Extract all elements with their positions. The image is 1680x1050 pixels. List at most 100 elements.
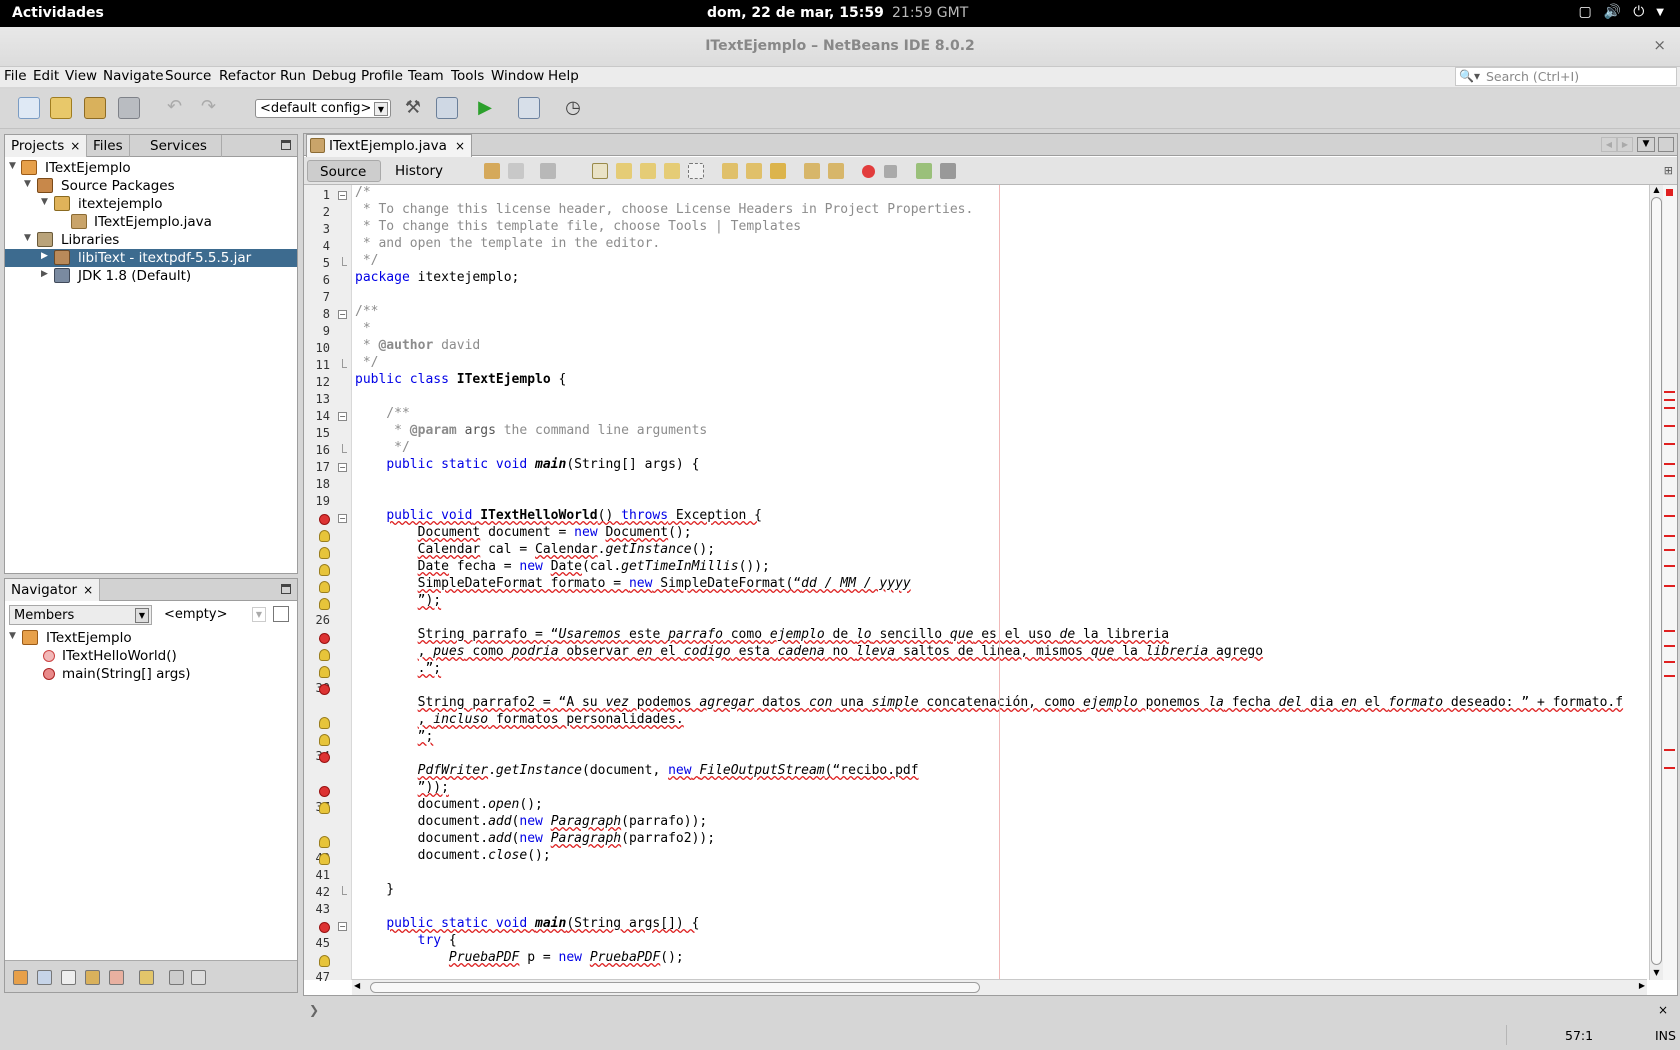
minimize-icon[interactable]	[281, 140, 291, 150]
close-icon[interactable]: ×	[455, 139, 465, 153]
toggle-highlight-icon[interactable]	[664, 163, 680, 179]
chevron-down-icon[interactable]: ▼	[252, 607, 266, 622]
build-icon[interactable]: ⚒	[402, 97, 424, 119]
vertical-scrollbar[interactable]: ▲ ▼	[1649, 185, 1663, 980]
undo-icon[interactable]: ↶	[167, 97, 189, 119]
fold-icon[interactable]: −	[338, 191, 347, 200]
error-mark[interactable]	[1664, 767, 1675, 769]
menu-source[interactable]: Source	[165, 68, 211, 84]
error-mark[interactable]	[1664, 585, 1675, 587]
error-icon[interactable]	[319, 752, 330, 763]
hint-bulb-icon[interactable]	[319, 547, 330, 559]
clean-build-icon[interactable]	[436, 97, 458, 119]
hint-bulb-icon[interactable]	[319, 666, 330, 678]
start-macro-icon[interactable]	[862, 165, 875, 178]
fold-icon[interactable]: −	[338, 412, 347, 421]
menu-profile[interactable]: Profile	[361, 68, 403, 84]
tab-files[interactable]: Files	[87, 135, 130, 157]
error-mark[interactable]	[1664, 675, 1675, 677]
tree-item-source-packages[interactable]: ▼ Source Packages	[5, 177, 297, 195]
chevron-down-icon[interactable]: ▼	[135, 608, 149, 623]
error-mark[interactable]	[1664, 495, 1675, 497]
menu-run[interactable]: Run	[280, 68, 306, 84]
menu-file[interactable]: File	[4, 68, 27, 84]
chevron-down-icon[interactable]: ▼	[374, 102, 388, 116]
chevron-down-icon[interactable]: ▼	[1656, 7, 1664, 18]
save-all-icon[interactable]	[118, 97, 140, 119]
scroll-tabs-right-icon[interactable]: ▶	[1617, 137, 1633, 152]
window-switch-icon[interactable]: ▢	[1579, 4, 1592, 20]
tab-itextejemplo-java[interactable]: ITextEjemplo.java ×	[306, 134, 473, 157]
output-toggle-icon[interactable]: ❯	[309, 1003, 319, 1017]
horizontal-scrollbar[interactable]: ◀ ▶	[352, 979, 1647, 995]
tab-services[interactable]: Services	[144, 135, 222, 157]
menu-window[interactable]: Window	[491, 68, 544, 84]
chevron-down-icon[interactable]: ▼	[41, 197, 48, 207]
comment-icon[interactable]	[916, 163, 932, 179]
search-box[interactable]: 🔍▾ Search (Ctrl+I)	[1455, 67, 1677, 86]
hint-bulb-icon[interactable]	[319, 734, 330, 746]
tree-item-class[interactable]: ▼ ITextEjemplo	[5, 629, 297, 647]
last-edit-icon[interactable]	[484, 163, 500, 179]
error-status-icon[interactable]	[1666, 189, 1673, 196]
chevron-right-icon[interactable]: ▶	[41, 269, 48, 279]
tree-item-method[interactable]: ITextHelloWorld()	[5, 647, 297, 665]
close-icon[interactable]: ×	[83, 583, 93, 597]
hint-bulb-icon[interactable]	[319, 802, 330, 814]
run-icon[interactable]: ▶	[474, 97, 496, 119]
horizontal-scroll-thumb[interactable]	[370, 982, 980, 993]
error-mark[interactable]	[1664, 645, 1675, 647]
tree-item-jar[interactable]: ▶ libiText - itextpdf-5.5.5.jar	[5, 249, 297, 267]
menu-refactor[interactable]: Refactor	[219, 68, 276, 84]
next-bookmark-icon[interactable]	[746, 163, 762, 179]
error-mark[interactable]	[1664, 535, 1675, 537]
error-mark[interactable]	[1664, 463, 1675, 465]
fold-icon[interactable]: −	[338, 310, 347, 319]
menu-debug[interactable]: Debug	[312, 68, 356, 84]
chevron-down-icon[interactable]: ▼	[24, 179, 31, 189]
error-mark[interactable]	[1664, 661, 1675, 663]
fold-icon[interactable]: −	[338, 922, 347, 931]
shift-left-icon[interactable]	[804, 163, 820, 179]
find-icon[interactable]	[592, 163, 608, 179]
error-icon[interactable]	[319, 684, 330, 695]
chevron-down-icon[interactable]: ▼	[9, 631, 16, 641]
hint-bulb-icon[interactable]	[319, 649, 330, 661]
tree-item-method[interactable]: main(String[] args)	[5, 665, 297, 683]
empty-select[interactable]: <empty> ▼	[158, 605, 268, 625]
show-inner-classes-icon[interactable]	[109, 970, 124, 985]
source-tab[interactable]: Source	[307, 160, 381, 182]
stop-macro-icon[interactable]	[884, 165, 897, 178]
menu-edit[interactable]: Edit	[33, 68, 59, 84]
debug-icon[interactable]	[518, 97, 540, 119]
show-non-public-icon[interactable]	[85, 970, 100, 985]
activities-button[interactable]: Actividades	[12, 5, 104, 21]
tree-item-jdk[interactable]: ▶ JDK 1.8 (Default)	[5, 267, 297, 285]
hint-bulb-icon[interactable]	[319, 581, 330, 593]
history-tab[interactable]: History	[383, 160, 455, 182]
vertical-scroll-thumb[interactable]	[1651, 197, 1662, 965]
close-icon[interactable]: ×	[1658, 1003, 1668, 1017]
toggle-bookmark-icon[interactable]	[770, 163, 786, 179]
error-mark[interactable]	[1664, 443, 1675, 445]
hint-bulb-icon[interactable]	[319, 598, 330, 610]
error-mark[interactable]	[1664, 515, 1675, 517]
error-mark[interactable]	[1664, 425, 1675, 427]
error-mark[interactable]	[1664, 749, 1675, 751]
show-fields-icon[interactable]	[37, 970, 52, 985]
error-icon[interactable]	[319, 514, 330, 525]
system-clock[interactable]: dom, 22 de mar, 15:59	[707, 5, 884, 21]
maximize-icon[interactable]	[1658, 137, 1674, 152]
new-project-icon[interactable]	[50, 97, 72, 119]
tab-navigator[interactable]: Navigator ×	[5, 579, 101, 601]
hint-bulb-icon[interactable]	[319, 564, 330, 576]
tree-item-project[interactable]: ▼ ITextEjemplo	[5, 159, 297, 177]
minimize-icon[interactable]	[281, 584, 291, 594]
error-mark[interactable]	[1664, 399, 1675, 401]
menu-view[interactable]: View	[65, 68, 97, 84]
error-icon[interactable]	[319, 633, 330, 644]
open-project-icon[interactable]	[84, 97, 106, 119]
close-icon[interactable]: ×	[70, 139, 80, 153]
back-icon[interactable]	[508, 163, 524, 179]
menu-tools[interactable]: Tools	[451, 68, 484, 84]
